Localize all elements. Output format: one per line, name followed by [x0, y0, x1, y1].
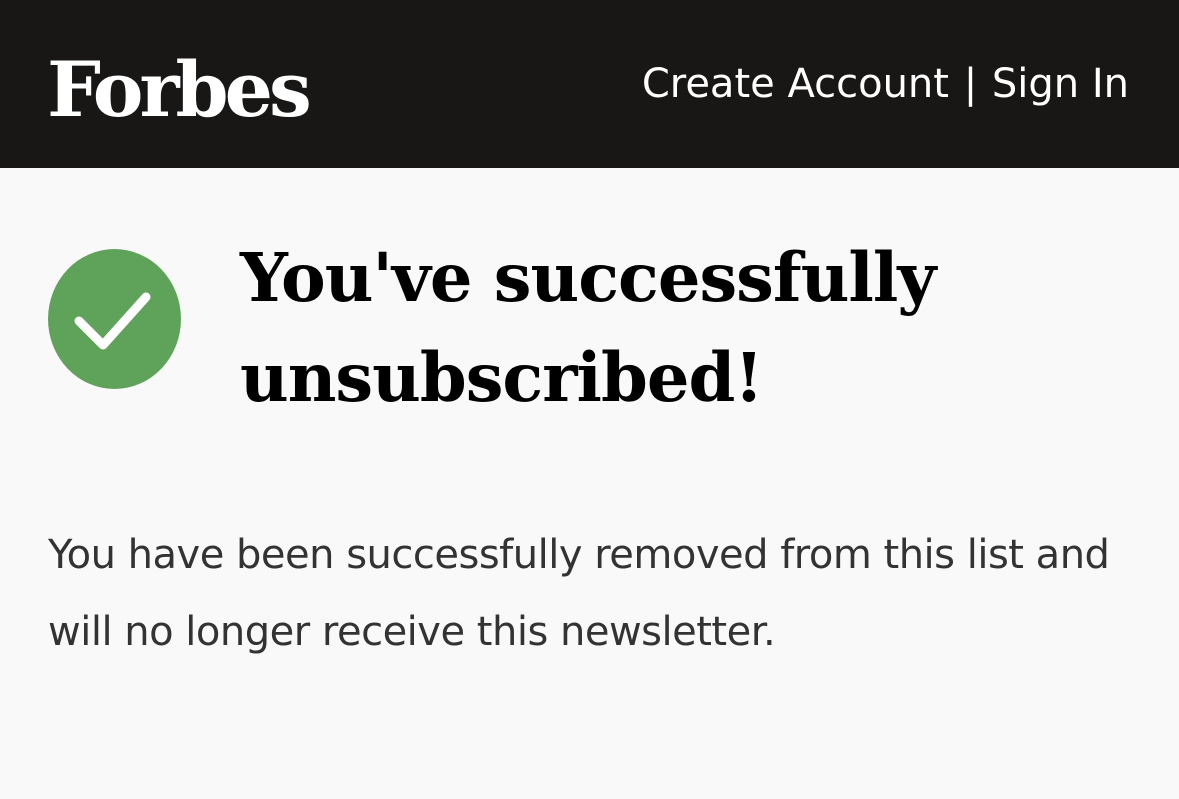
auth-separator: |: [963, 61, 978, 107]
check-circle-icon: [48, 249, 181, 389]
sign-in-link[interactable]: Sign In: [992, 61, 1129, 107]
auth-links: Create Account | Sign In: [642, 58, 1129, 110]
page-title: You've successfully unsubscribed!: [240, 238, 936, 417]
forbes-logo[interactable]: Forbes: [47, 40, 312, 140]
unsubscribe-message: You have been successfully removed from …: [48, 532, 1110, 655]
site-header: Forbes Create Account | Sign In: [0, 0, 1179, 168]
create-account-link[interactable]: Create Account: [642, 61, 949, 107]
